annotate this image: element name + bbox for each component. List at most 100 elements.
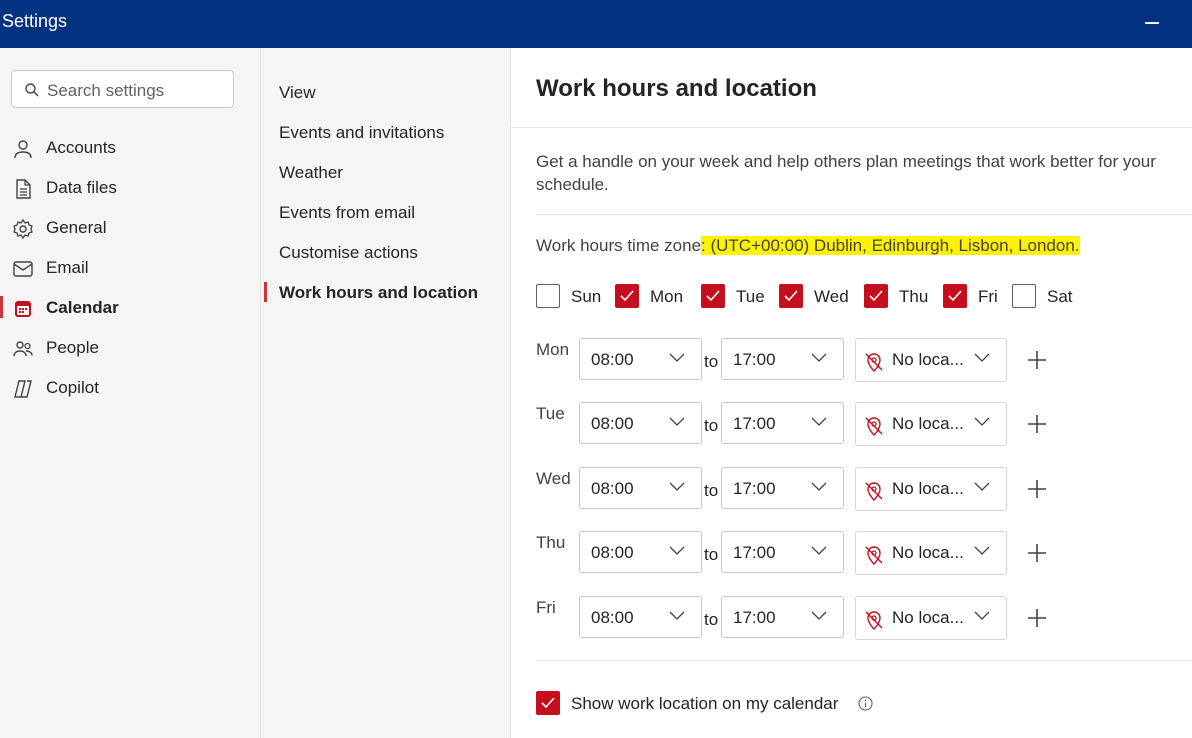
row-day-label: Fri [536, 598, 556, 617]
location-dropdown[interactable]: No loca... [855, 338, 1007, 382]
end-time-dropdown[interactable]: 17:00 [721, 531, 844, 573]
checkbox[interactable] [615, 284, 639, 308]
nav-item-general[interactable]: General [0, 210, 260, 246]
day-label: Tue [736, 287, 765, 306]
add-icon[interactable] [1026, 349, 1048, 371]
page-description: Get a handle on your week and help other… [536, 152, 1156, 194]
end-time-dropdown[interactable]: 17:00 [721, 596, 844, 638]
divider [536, 214, 1192, 215]
add-icon[interactable] [1026, 478, 1048, 500]
show-location-label: Show work location on my calendar [571, 694, 839, 713]
to-label: to [704, 481, 719, 500]
end-time-dropdown[interactable]: 17:00 [721, 338, 844, 380]
start-time-value: 08:00 [591, 414, 634, 433]
day-label: Sun [571, 287, 602, 306]
checkbox[interactable] [701, 284, 725, 308]
end-time-value: 17:00 [733, 350, 776, 369]
chevron-down-icon [811, 482, 827, 491]
nav-item-calendar[interactable]: Calendar [0, 290, 260, 326]
subnav-item-work-hours[interactable]: Work hours and location [279, 283, 478, 303]
start-time-dropdown[interactable]: 08:00 [579, 467, 702, 509]
checkbox[interactable] [536, 691, 560, 715]
end-time-dropdown[interactable]: 17:00 [721, 467, 844, 509]
divider [511, 127, 1192, 128]
subnav-item-view[interactable]: View [279, 83, 316, 103]
page-title: Work hours and location [536, 75, 817, 102]
day-label: Wed [814, 287, 849, 306]
start-time-dropdown[interactable]: 08:00 [579, 596, 702, 638]
chevron-down-icon [669, 353, 685, 362]
checkbox[interactable] [779, 284, 803, 308]
no-location-icon [865, 417, 883, 436]
day-label: Fri [978, 287, 998, 306]
nav-item-label: Email [46, 258, 89, 277]
no-location-icon [865, 482, 883, 501]
start-time-dropdown[interactable]: 08:00 [579, 338, 702, 380]
checkbox[interactable] [1012, 284, 1036, 308]
end-time-dropdown[interactable]: 17:00 [721, 402, 844, 444]
checkbox[interactable] [536, 284, 560, 308]
chevron-down-icon [669, 546, 685, 555]
row-day-label: Thu [536, 533, 566, 552]
nav-item-copilot[interactable]: Copilot [0, 370, 260, 406]
document-icon [16, 179, 31, 199]
copilot-icon [14, 380, 32, 398]
settings-nav: Search settings Accounts Data files Gene… [0, 48, 261, 738]
gear-icon [13, 218, 33, 240]
nav-item-people[interactable]: People [0, 330, 260, 366]
add-icon[interactable] [1026, 542, 1048, 564]
day-label: Sat [1047, 287, 1073, 306]
checkmark-icon [948, 290, 962, 302]
checkbox[interactable] [864, 284, 888, 308]
window-title: Settings [2, 11, 68, 31]
location-value: No loca... [892, 543, 964, 562]
chevron-down-icon [811, 417, 827, 426]
subnav-item-customise-actions[interactable]: Customise actions [279, 243, 418, 263]
nav-item-email[interactable]: Email [0, 250, 260, 286]
work-hours-row-fri: Fri 08:00 to 17:00 No loca... [536, 596, 1186, 640]
subnav-item-events-from-email[interactable]: Events from email [279, 203, 415, 223]
calendar-subnav: View Events and invitations Weather Even… [261, 48, 511, 738]
no-location-icon [865, 353, 883, 372]
checkmark-icon [620, 290, 634, 302]
location-dropdown[interactable]: No loca... [855, 402, 1007, 446]
start-time-value: 08:00 [591, 479, 634, 498]
chevron-down-icon [974, 611, 990, 620]
nav-item-label: Copilot [46, 378, 99, 397]
no-location-icon [865, 611, 883, 630]
start-time-dropdown[interactable]: 08:00 [579, 531, 702, 573]
chevron-down-icon [811, 353, 827, 362]
location-dropdown[interactable]: No loca... [855, 596, 1007, 640]
chevron-down-icon [669, 611, 685, 620]
location-value: No loca... [892, 608, 964, 627]
day-label: Thu [899, 287, 929, 306]
nav-item-data-files[interactable]: Data files [0, 170, 260, 206]
row-day-label: Mon [536, 340, 570, 359]
location-value: No loca... [892, 350, 964, 369]
search-input[interactable]: Search settings [11, 70, 234, 108]
info-icon[interactable] [858, 696, 873, 711]
location-dropdown[interactable]: No loca... [855, 531, 1007, 575]
minimize-icon[interactable] [1145, 22, 1159, 24]
nav-item-label: Accounts [46, 138, 116, 157]
timezone-value[interactable]: : (UTC+00:00) Dublin, Edinburgh, Lisbon,… [701, 236, 1080, 255]
no-location-icon [865, 546, 883, 565]
nav-item-label: General [46, 218, 107, 237]
divider [536, 660, 1192, 661]
chevron-down-icon [974, 546, 990, 555]
location-dropdown[interactable]: No loca... [855, 467, 1007, 511]
start-time-value: 08:00 [591, 608, 634, 627]
checkmark-icon [706, 290, 720, 302]
add-icon[interactable] [1026, 607, 1048, 629]
add-icon[interactable] [1026, 413, 1048, 435]
subnav-item-weather[interactable]: Weather [279, 163, 343, 183]
chevron-down-icon [974, 353, 990, 362]
active-indicator [264, 282, 267, 302]
checkmark-icon [869, 290, 883, 302]
start-time-dropdown[interactable]: 08:00 [579, 402, 702, 444]
chevron-down-icon [811, 611, 827, 620]
calendar-icon [15, 301, 31, 317]
subnav-item-events-and-invitations[interactable]: Events and invitations [279, 123, 444, 143]
checkbox[interactable] [943, 284, 967, 308]
nav-item-accounts[interactable]: Accounts [0, 130, 260, 166]
